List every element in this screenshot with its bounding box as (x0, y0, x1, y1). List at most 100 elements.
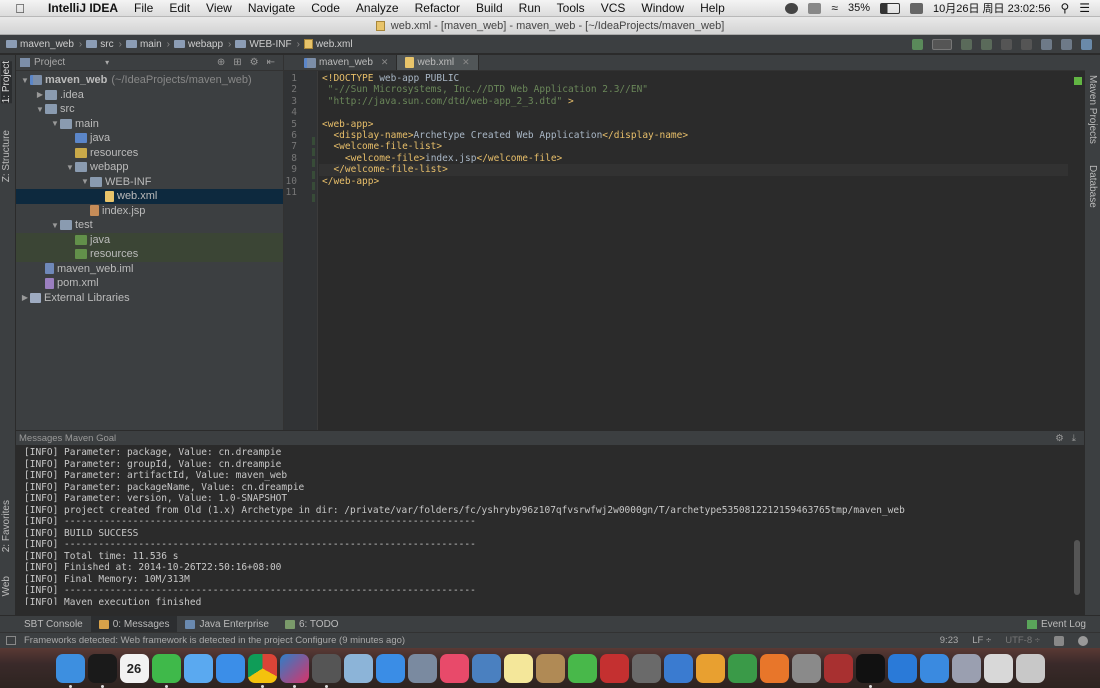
expand-arrow-icon[interactable]: ▼ (65, 163, 75, 172)
display-icon[interactable] (808, 2, 822, 14)
menu-vcs[interactable]: VCS (593, 1, 634, 15)
menu-edit[interactable]: Edit (161, 1, 198, 15)
numbers-icon[interactable] (727, 653, 757, 683)
close-icon[interactable]: ✕ (462, 57, 470, 68)
pages-icon[interactable] (695, 653, 725, 683)
spotlight-icon[interactable]: ⚲ (1060, 1, 1069, 15)
collapse-arrow-icon[interactable]: ▶ (35, 90, 45, 99)
expand-arrow-icon[interactable]: ▼ (80, 177, 90, 186)
battery-percent[interactable]: 35% (848, 2, 870, 14)
settings-icon[interactable] (1061, 38, 1072, 50)
help-icon[interactable] (1081, 38, 1092, 50)
sublime-icon[interactable] (311, 653, 341, 688)
wifi-icon[interactable]: ≈ (831, 1, 838, 15)
tree-item-test[interactable]: ▼ test (16, 218, 283, 233)
tool-window-toggle-icon[interactable] (6, 636, 16, 645)
tree-item-external-libraries[interactable]: ▶ External Libraries (16, 291, 283, 306)
tree-item-java[interactable]: java (16, 232, 283, 247)
gear-icon[interactable]: ⚙ (1055, 433, 1064, 444)
expand-arrow-icon[interactable]: ▼ (50, 119, 60, 128)
project-structure-icon[interactable] (1041, 38, 1052, 50)
menu-help[interactable]: Help (692, 1, 733, 15)
status-message[interactable]: Frameworks detected: Web framework is de… (24, 635, 405, 646)
documents-icon[interactable] (983, 653, 1013, 683)
collapse-all-icon[interactable]: ⊞ (233, 57, 241, 68)
app-menu[interactable]: IntelliJ IDEA (40, 1, 126, 15)
file-encoding[interactable]: UTF-8 ÷ (1005, 635, 1040, 646)
facetime-icon[interactable] (567, 653, 597, 683)
event-log-button[interactable]: Event Log (1026, 619, 1100, 630)
safari-icon[interactable] (215, 653, 245, 683)
ibooks-icon[interactable] (759, 653, 789, 683)
xcode-icon[interactable] (471, 653, 501, 683)
run-config-dropdown[interactable] (932, 38, 952, 50)
tree-item-index-jsp[interactable]: index.jsp (16, 204, 283, 219)
terminal-icon[interactable] (855, 653, 885, 688)
menu-code[interactable]: Code (303, 1, 348, 15)
favorites-tool-tab[interactable]: 2: Favorites (1, 500, 12, 552)
preview-icon[interactable] (343, 653, 373, 683)
tab-java-enterprise[interactable]: Java Enterprise (177, 619, 276, 630)
menu-refactor[interactable]: Refactor (407, 1, 468, 15)
scroll-from-source-icon[interactable]: ⊕ (217, 57, 225, 68)
code-area[interactable]: <!DOCTYPE web-app PUBLIC "-//Sun Microsy… (319, 71, 1071, 430)
tree-item-web-inf[interactable]: ▼ WEB-INF (16, 175, 283, 190)
tree-item-java[interactable]: java (16, 131, 283, 146)
breadcrumb-item[interactable]: main › (125, 39, 170, 50)
expand-arrow-icon[interactable]: ▼ (20, 76, 30, 85)
chevron-down-icon[interactable]: ▾ (105, 58, 109, 67)
trash-icon[interactable] (1015, 653, 1045, 683)
hector-icon[interactable] (1078, 635, 1088, 646)
menu-view[interactable]: View (198, 1, 240, 15)
menu-run[interactable]: Run (511, 1, 549, 15)
menu-file[interactable]: File (126, 1, 161, 15)
tree-item-webapp[interactable]: ▼ webapp (16, 160, 283, 175)
tree-item-maven-web[interactable]: ▼ maven_web (~/IdeaProjects/maven_web) (16, 73, 283, 88)
menu-navigate[interactable]: Navigate (240, 1, 303, 15)
launchpad-icon[interactable] (407, 653, 437, 683)
hide-panel-icon[interactable]: ⤓ (1072, 433, 1076, 444)
keynote-icon[interactable] (663, 653, 693, 683)
xcode-fly-icon[interactable] (919, 653, 949, 683)
structure-tool-tab[interactable]: Z: Structure (1, 130, 12, 182)
notes-icon[interactable] (503, 653, 533, 683)
tree-item-resources[interactable]: resources (16, 247, 283, 262)
chrome-icon[interactable] (247, 653, 277, 688)
notification-center-icon[interactable]: ☰ (1079, 1, 1090, 15)
maven-projects-tool-tab[interactable]: Maven Projects (1087, 75, 1098, 144)
itunes-icon[interactable] (439, 653, 469, 683)
editor-tab[interactable]: maven_web ✕ (296, 55, 398, 70)
stop-icon[interactable] (1021, 38, 1032, 50)
menu-analyze[interactable]: Analyze (348, 1, 407, 15)
expand-arrow-icon[interactable]: ▼ (50, 221, 60, 230)
vertical-scrollbar[interactable] (1074, 540, 1080, 595)
build-icon[interactable] (912, 38, 923, 50)
apple-menu-icon[interactable]:  (0, 1, 40, 16)
qq-status-icon[interactable] (785, 2, 799, 14)
coverage-icon[interactable] (1001, 38, 1012, 50)
finder-icon[interactable] (55, 653, 85, 688)
caret-position[interactable]: 9:23 (940, 635, 959, 646)
tree-item-pom-xml[interactable]: pom.xml (16, 276, 283, 291)
photo-booth-icon[interactable] (599, 653, 629, 683)
dictionary-icon[interactable] (823, 653, 853, 683)
web-tool-tab[interactable]: Web (1, 576, 12, 596)
breadcrumb-item[interactable]: maven_web › (6, 39, 82, 50)
tree-item-main[interactable]: ▼ main (16, 117, 283, 132)
editor-tab[interactable]: web.xml ✕ (397, 55, 479, 70)
breadcrumb-item[interactable]: WEB-INF › (235, 39, 300, 50)
tab-sbt-console[interactable]: SBT Console (0, 619, 91, 630)
collapse-arrow-icon[interactable]: ▶ (20, 293, 30, 302)
run-icon[interactable] (961, 38, 972, 50)
messages-console[interactable]: [INFO] Parameter: package, Value: cn.dre… (16, 445, 1084, 605)
close-icon[interactable]: ✕ (381, 57, 389, 68)
menu-build[interactable]: Build (468, 1, 511, 15)
menu-window[interactable]: Window (633, 1, 692, 15)
hide-panel-icon[interactable]: ⇤ (267, 57, 275, 68)
system-preferences-icon[interactable] (791, 653, 821, 683)
contacts-icon[interactable] (535, 653, 565, 683)
photos-icon[interactable] (631, 653, 661, 683)
input-method-icon[interactable] (910, 2, 924, 14)
image-capture-icon[interactable] (951, 653, 981, 683)
lock-icon[interactable] (1054, 635, 1064, 646)
